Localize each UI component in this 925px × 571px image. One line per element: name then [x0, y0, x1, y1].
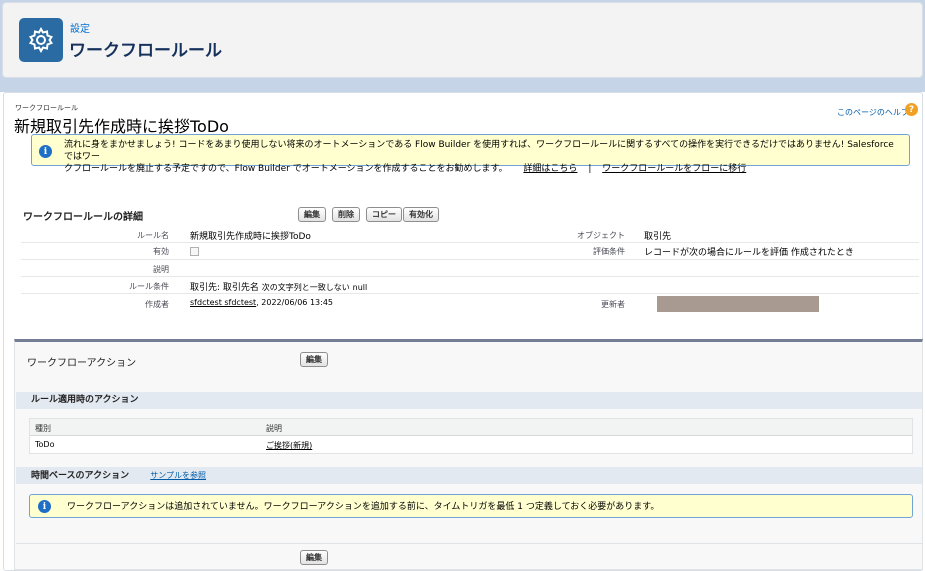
time-based-actions-header: 時間ベースのアクション サンプルを参照: [16, 467, 922, 484]
migrate-to-flow-link[interactable]: ワークフロールールをフローに移行: [602, 164, 746, 174]
created-by-label: 作成者: [145, 300, 169, 309]
evaluation-label: 評価条件: [593, 247, 625, 256]
setup-page-title: ワークフロールール: [69, 41, 222, 61]
created-date: , 2022/06/06 13:45: [256, 298, 333, 307]
column-header-type: 種別: [35, 424, 51, 433]
help-link[interactable]: このページのヘルプ: [837, 107, 909, 118]
actions-edit-button[interactable]: 編集: [300, 352, 328, 367]
flow-builder-notice: i 流れに身をまかせましょう! コードをあまり使用しない将来のオートメーションで…: [31, 134, 910, 174]
delete-button[interactable]: 削除: [332, 207, 360, 222]
divider: [16, 543, 922, 544]
active-checkbox: [190, 247, 199, 256]
detail-row-active: 有効 評価条件 レコードが次の場合にルールを評価 作成されたとき: [21, 243, 919, 260]
object-label: オブジェクト: [577, 231, 625, 240]
info-icon: i: [39, 145, 52, 158]
object-value: 取引先: [644, 232, 672, 242]
workflow-actions-title: ワークフローアクション: [27, 358, 137, 369]
setup-breadcrumb-link[interactable]: 設定: [70, 20, 90, 35]
evaluation-value: レコードが次の場合にルールを評価 作成されたとき: [644, 248, 854, 258]
breadcrumb: ワークフロールール: [15, 104, 78, 112]
setup-header: 設定 ワークフロールール: [2, 2, 923, 78]
notice-line-1: 流れに身をまかせましょう! コードをあまり使用しない将来のオートメーションである…: [64, 140, 894, 162]
column-header-description: 説明: [266, 424, 282, 433]
sample-link[interactable]: サンプルを参照: [150, 471, 206, 480]
immediate-actions-table: 種別 説明 ToDo ご挨拶(新規): [29, 418, 913, 454]
help-icon[interactable]: ?: [905, 103, 918, 116]
criteria-operator: 次の文字列と一致しない: [261, 283, 350, 292]
created-by-user-link[interactable]: sfdctest sfdctest: [190, 298, 256, 307]
criteria-compare-value: null: [352, 283, 368, 292]
rule-name-value: 新規取引先作成時に挨拶ToDo: [190, 232, 311, 242]
detail-row-criteria: ルール条件 取引先: 取引先名 次の文字列と一致しない null: [21, 277, 919, 294]
modified-by-redacted: [657, 296, 819, 312]
notice-line-2: クフロールールを廃止する予定ですので、Flow Builder でオートメーショ…: [64, 163, 901, 175]
criteria-field: 取引先: 取引先名: [190, 283, 259, 293]
description-label: 説明: [153, 265, 169, 274]
notice-separator: |: [588, 164, 592, 174]
time-trigger-notice-text: ワークフローアクションは追加されていません。ワークフローアクションを追加する前に…: [67, 502, 660, 512]
time-trigger-notice: i ワークフローアクションは追加されていません。ワークフローアクションを追加する…: [29, 494, 913, 518]
gear-icon: [19, 18, 63, 62]
detail-row-description: 説明: [21, 260, 919, 277]
criteria-label: ルール条件: [129, 282, 169, 291]
detail-row-created: 作成者 sfdctest sfdctest, 2022/06/06 13:45 …: [21, 294, 919, 314]
table-header: 種別 説明: [30, 419, 912, 436]
details-link[interactable]: 詳細はこちら: [523, 164, 577, 174]
info-icon: i: [38, 500, 51, 513]
criteria-value: 取引先: 取引先名 次の文字列と一致しない null: [190, 280, 367, 293]
rule-name-label: ルール名: [137, 231, 169, 240]
workflow-actions-panel: ワークフローアクション 編集 ルール適用時のアクション 種別 説明 ToDo ご…: [14, 339, 923, 570]
activate-button[interactable]: 有効化: [403, 207, 439, 222]
detail-row-rule-name: ルール名 新規取引先作成時に挨拶ToDo オブジェクト 取引先: [21, 226, 919, 243]
detail-section-title: ワークフロールールの詳細: [23, 212, 143, 223]
created-by-value: sfdctest sfdctest, 2022/06/06 13:45: [190, 298, 333, 307]
edit-button[interactable]: 編集: [298, 207, 326, 222]
bottom-edit-button[interactable]: 編集: [300, 550, 328, 565]
notice-line-2-text: クフロールールを廃止する予定ですので、Flow Builder でオートメーショ…: [64, 164, 508, 174]
time-based-actions-title: 時間ベースのアクション: [31, 471, 130, 481]
immediate-actions-header: ルール適用時のアクション: [16, 392, 922, 409]
modified-by-label: 更新者: [601, 300, 625, 309]
active-label: 有効: [153, 247, 169, 256]
action-description-link[interactable]: ご挨拶(新規): [266, 440, 312, 451]
main-content: ワークフロールール 新規取引先作成時に挨拶ToDo このページのヘルプ ? i …: [3, 92, 923, 571]
copy-button[interactable]: コピー: [366, 207, 402, 222]
action-type-cell: ToDo: [35, 440, 55, 449]
